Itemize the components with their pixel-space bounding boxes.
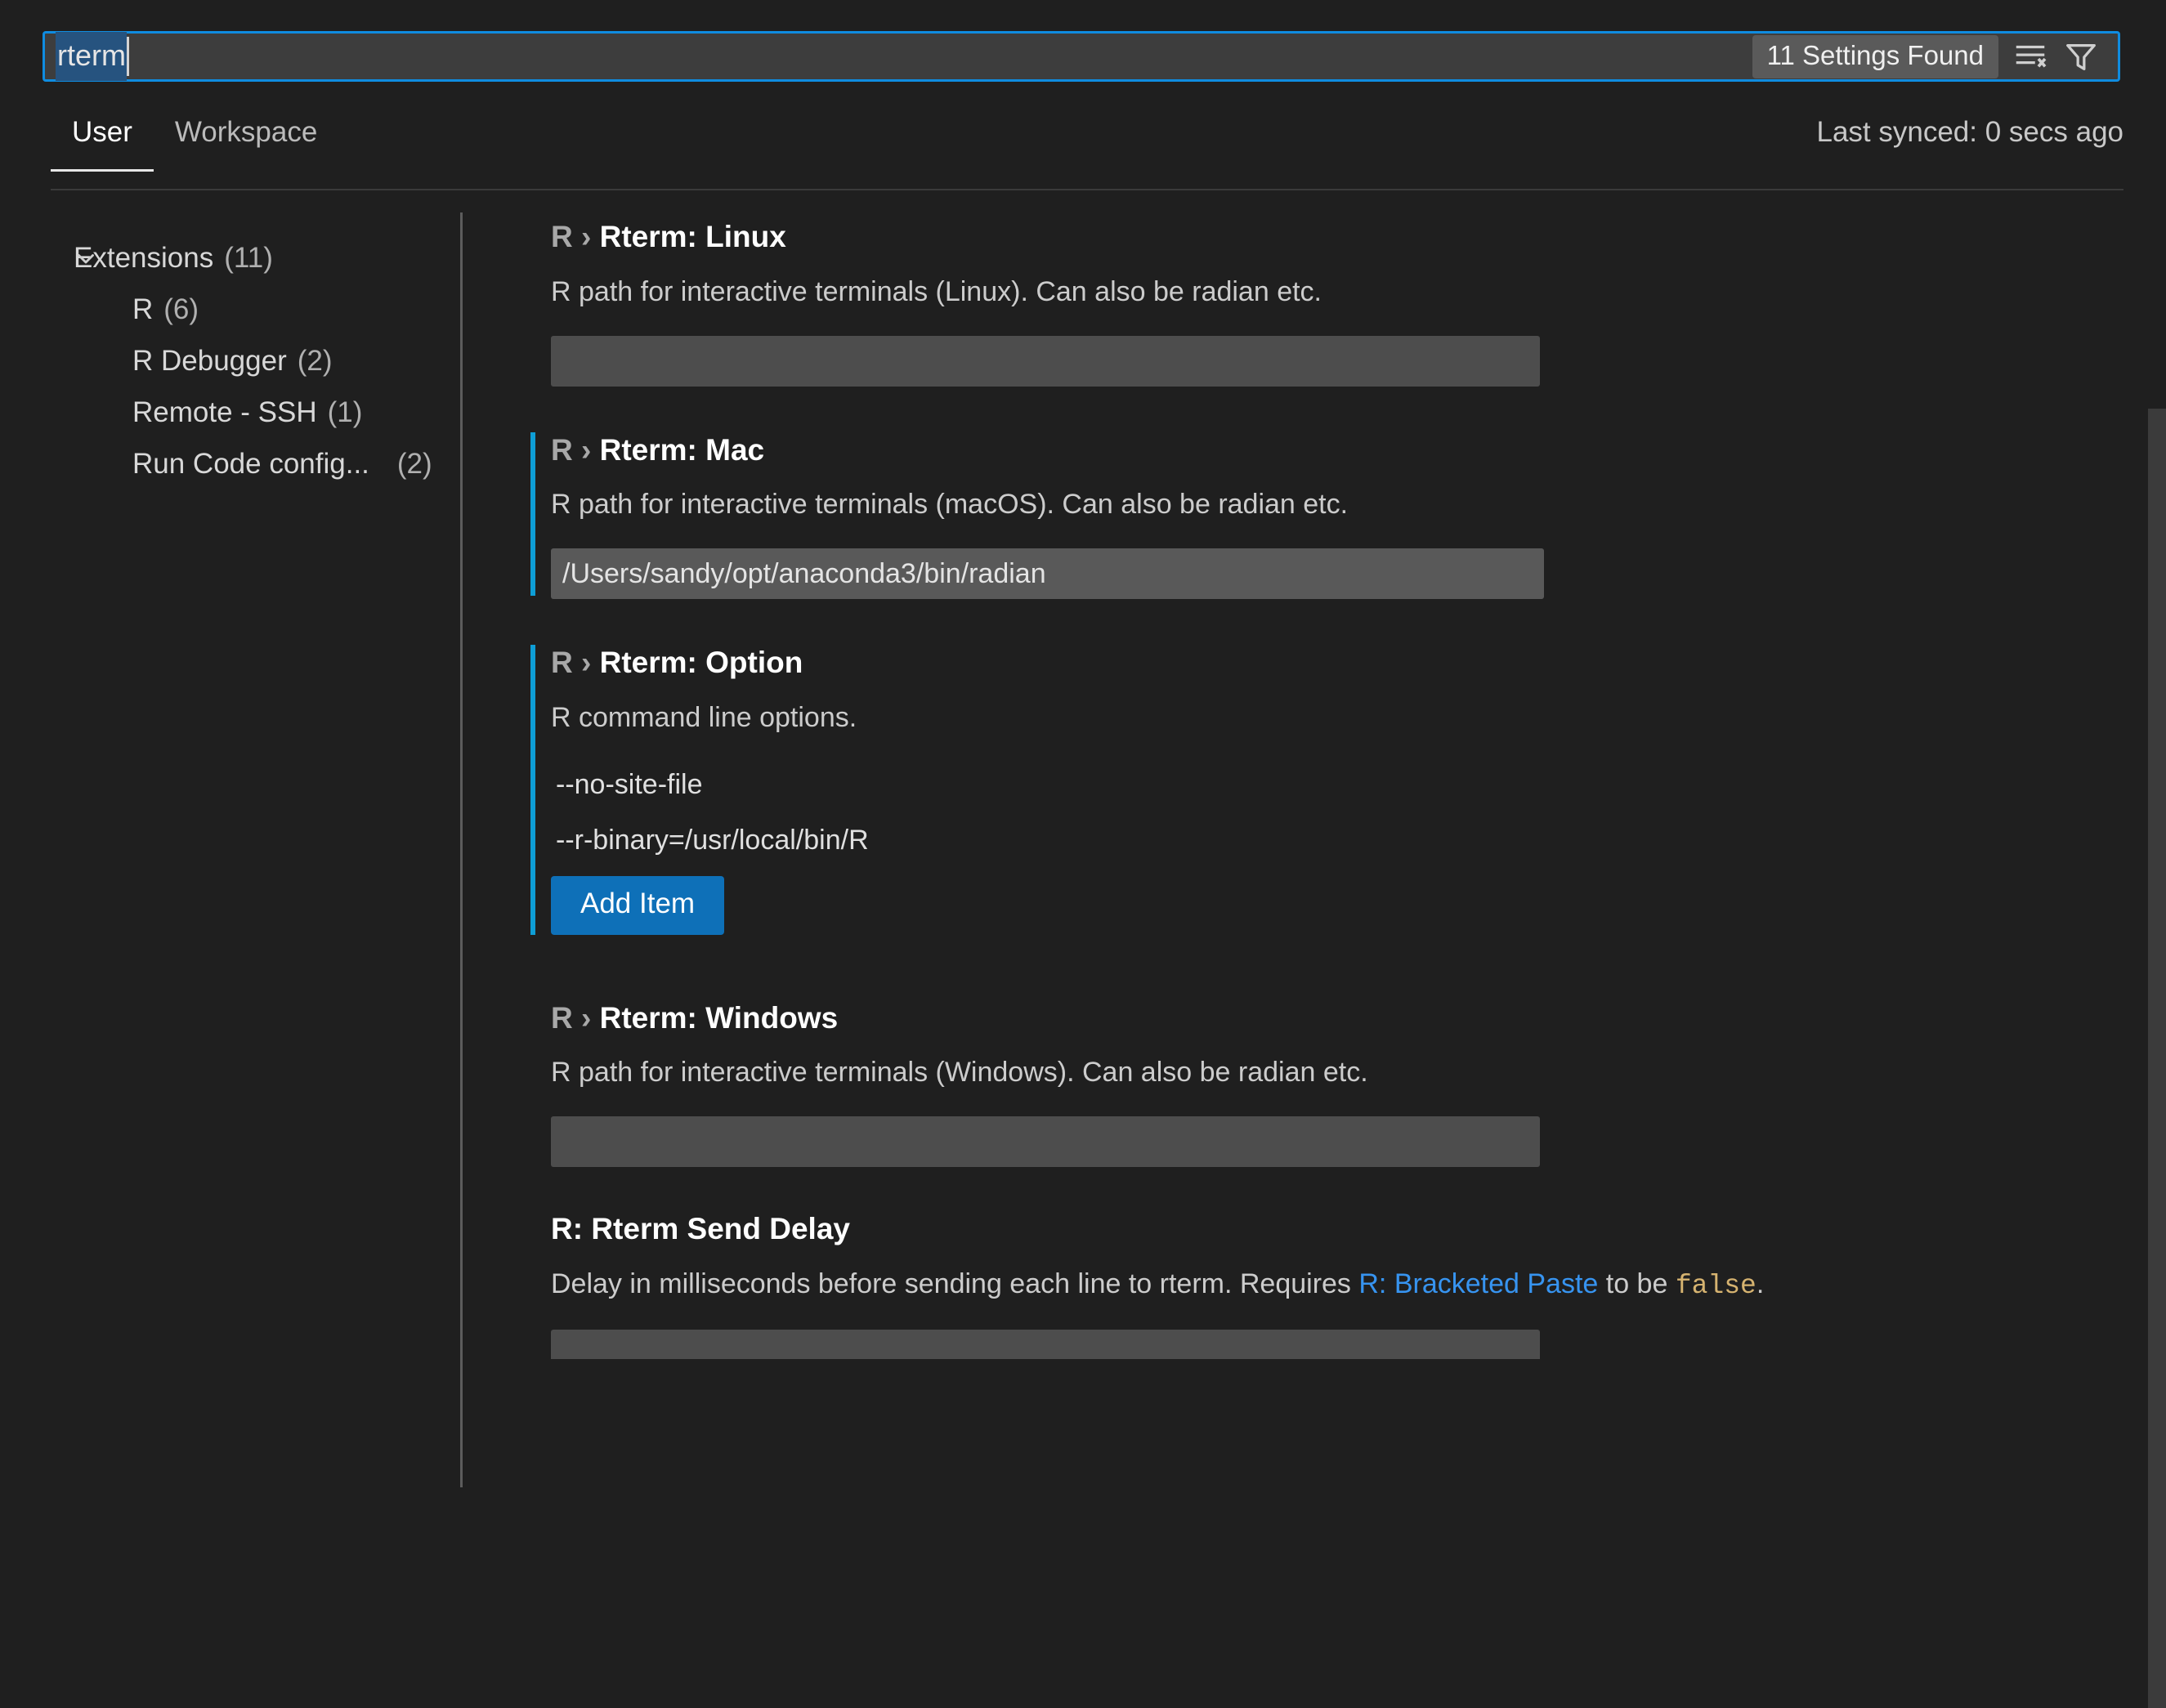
settings-tabs: User Workspace	[51, 111, 338, 172]
tab-workspace[interactable]: Workspace	[154, 111, 338, 172]
setting-row-rterm-linux: R › Rterm: Linux R path for interactive …	[460, 190, 2166, 387]
setting-row-rterm-windows: R › Rterm: Windows R path for interactiv…	[460, 935, 2166, 1168]
inline-code-value: false	[1675, 1271, 1757, 1301]
setting-text-input[interactable]	[551, 1329, 1540, 1359]
search-toolbar: 11 Settings Found	[1752, 34, 2100, 78]
filter-funnel-icon[interactable]	[2062, 38, 2100, 75]
toc-item-extensions[interactable]: Extensions (11)	[0, 232, 460, 284]
setting-title: R › Rterm: Linux	[551, 220, 2166, 254]
setting-text-input[interactable]	[551, 335, 1540, 387]
setting-description: R path for interactive terminals (macOS)…	[551, 489, 1349, 521]
modified-indicator-bar	[530, 431, 535, 597]
setting-title: R › Rterm: Mac	[551, 432, 2166, 467]
setting-list-values: --no-site-file --r-binary=/usr/local/bin…	[551, 762, 2166, 865]
toc-count: (1)	[327, 396, 363, 428]
setting-row-rterm-mac: R › Rterm: Mac R path for interactive te…	[460, 387, 2166, 600]
setting-description: R path for interactive terminals (Window…	[551, 1057, 1368, 1089]
setting-title-name: Rterm: Windows	[599, 1000, 839, 1035]
setting-title-name: Rterm: Linux	[599, 220, 786, 253]
setting-description: R path for interactive terminals (Linux)…	[551, 275, 1322, 307]
toc-item-remote-ssh[interactable]: Remote - SSH (1)	[0, 387, 460, 438]
settings-list: R › Rterm: Linux R path for interactive …	[460, 190, 2166, 1518]
setting-description: R command line options.	[551, 701, 857, 733]
description-text-middle: to be	[1598, 1268, 1676, 1299]
toc-label: R Debugger	[132, 344, 287, 377]
setting-title: R: Rterm Send Delay	[551, 1212, 2166, 1246]
add-item-button[interactable]: Add Item	[551, 875, 725, 935]
setting-title: R › Rterm: Windows	[551, 1000, 2166, 1035]
description-text-after: .	[1756, 1268, 1765, 1299]
search-text-wrapper: rterm	[56, 32, 129, 81]
search-input[interactable]: rterm	[56, 32, 127, 81]
toc-label: Remote - SSH	[132, 396, 317, 428]
modified-indicator-bar	[530, 645, 535, 935]
settings-search-header: rterm 11 Settings Found	[0, 0, 2166, 96]
settings-scrollbar-thumb[interactable]	[2148, 409, 2166, 1708]
bracketed-paste-link[interactable]: R: Bracketed Paste	[1358, 1268, 1598, 1299]
setting-title-prefix: R ›	[551, 1000, 600, 1035]
settings-toc: Extensions (11) R (6) R Debugger (2) Rem…	[0, 190, 460, 1518]
sync-status-label: Last synced: 0 secs ago	[1816, 116, 2124, 148]
toc-count: (2)	[396, 447, 432, 480]
settings-tabs-row: User Workspace Last synced: 0 secs ago	[0, 96, 2166, 190]
setting-title-name: R: Rterm Send Delay	[551, 1212, 850, 1246]
toc-label: Run Code config...	[132, 447, 369, 480]
toc-count: (11)	[224, 241, 273, 274]
tab-user[interactable]: User	[51, 111, 154, 172]
text-caret	[127, 37, 129, 76]
toc-item-run-code-config[interactable]: Run Code config... (2)	[0, 438, 460, 490]
setting-title-prefix: R ›	[551, 646, 600, 680]
toc-count: (6)	[163, 293, 199, 325]
list-item[interactable]: --no-site-file	[551, 762, 2166, 809]
settings-body: Extensions (11) R (6) R Debugger (2) Rem…	[0, 190, 2166, 1708]
setting-text-input[interactable]: /Users/sandy/opt/anaconda3/bin/radian	[551, 548, 1544, 600]
list-item[interactable]: --r-binary=/usr/local/bin/R	[551, 817, 2166, 865]
toc-label: R	[132, 293, 154, 325]
description-text-before: Delay in milliseconds before sending eac…	[551, 1268, 1359, 1299]
setting-title-prefix: R ›	[551, 432, 600, 467]
setting-text-input[interactable]	[551, 1116, 1540, 1168]
setting-row-rterm-option: R › Rterm: Option R command line options…	[460, 599, 2166, 935]
setting-row-rterm-send-delay: R: Rterm Send Delay Delay in millisecond…	[460, 1167, 2166, 1359]
toc-item-r-debugger[interactable]: R Debugger (2)	[0, 335, 460, 387]
setting-title-name: Rterm: Option	[599, 646, 803, 680]
chevron-down-icon[interactable]	[72, 244, 100, 272]
setting-title: R › Rterm: Option	[551, 646, 2166, 680]
toc-item-r[interactable]: R (6)	[0, 284, 460, 335]
toc-count: (2)	[297, 344, 333, 377]
clear-filter-icon[interactable]	[2012, 38, 2049, 75]
setting-description: Delay in milliseconds before sending eac…	[551, 1266, 2166, 1305]
settings-search-box[interactable]: rterm 11 Settings Found	[43, 31, 2120, 82]
results-count-badge: 11 Settings Found	[1752, 34, 1998, 78]
setting-title-name: Rterm: Mac	[599, 432, 765, 467]
setting-title-prefix: R ›	[551, 220, 600, 253]
